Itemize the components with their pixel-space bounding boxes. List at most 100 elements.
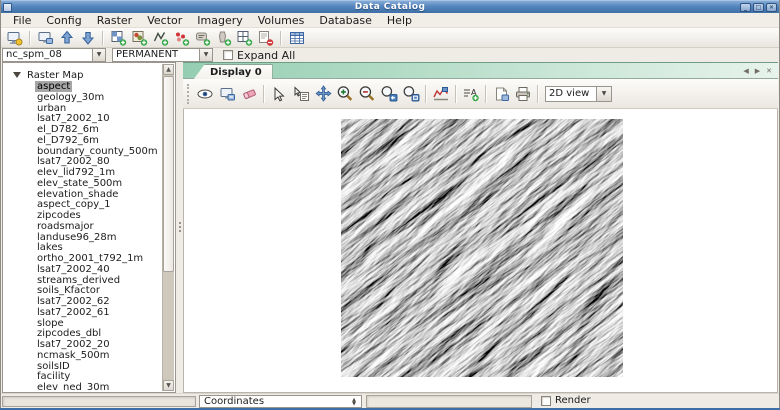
chevron-down-icon[interactable]: ▼ <box>597 86 612 102</box>
tree-root-raster-map[interactable]: Raster Map <box>4 68 162 82</box>
toolbar-separator <box>102 31 104 45</box>
add-rgb-icon[interactable] <box>130 29 149 47</box>
menu-item[interactable]: Volumes <box>251 13 313 28</box>
toolbar-grip-icon[interactable] <box>187 84 190 104</box>
tree-root-label: Raster Map <box>27 70 84 81</box>
chevron-down-icon[interactable]: ▼ <box>92 49 105 61</box>
attribute-table-icon[interactable] <box>287 29 306 47</box>
zoom-back-icon[interactable] <box>378 83 400 105</box>
add-group-icon[interactable] <box>235 29 254 47</box>
expand-all-label: Expand All <box>237 49 295 62</box>
display-notebook: Display 0 ◀ ▶ ✕ <box>183 62 778 393</box>
statusbar-text-field <box>366 395 532 408</box>
statusbar-mode-value: Coordinates <box>204 396 264 407</box>
menu-item[interactable]: Config <box>39 13 89 28</box>
add-labels-icon[interactable] <box>193 29 212 47</box>
tree-item[interactable]: ncmask_500m <box>4 351 162 362</box>
show-layers-icon[interactable] <box>194 83 216 105</box>
add-vector-icon[interactable] <box>151 29 170 47</box>
tree-item-list: aspectgeology_30murbanlsat7_2002_10el_D7… <box>4 82 162 391</box>
menu-item[interactable]: File <box>6 13 39 28</box>
view-mode-combobox[interactable]: 2D view <box>545 86 597 102</box>
tree-item[interactable]: soilsID <box>4 362 162 373</box>
toolbar-separator <box>29 31 31 45</box>
add-raster-icon[interactable] <box>109 29 128 47</box>
zoom-extent-icon[interactable] <box>400 83 422 105</box>
open-display-icon[interactable] <box>36 29 55 47</box>
view-mode-value: 2D view <box>549 88 589 99</box>
menu-item[interactable]: Help <box>380 13 420 28</box>
tab-prev-icon[interactable]: ◀ <box>743 67 748 76</box>
zoom-in-icon[interactable] <box>334 83 356 105</box>
spinner-arrows-icon[interactable]: ▲▼ <box>349 396 359 407</box>
window-icon <box>3 3 12 12</box>
erase-icon[interactable] <box>238 83 260 105</box>
save-display-icon[interactable] <box>216 83 238 105</box>
save-workspace-icon[interactable] <box>78 29 97 47</box>
maximize-button[interactable]: □ <box>753 3 764 12</box>
main-toolbar <box>1 28 779 48</box>
tab-close-icon[interactable]: ✕ <box>766 67 772 76</box>
menubar: FileConfigRasterVectorImageryVolumesData… <box>1 13 779 28</box>
analyze-icon[interactable] <box>430 83 452 105</box>
toolbar-separator <box>280 31 282 45</box>
expander-icon[interactable] <box>13 72 21 78</box>
minimize-button[interactable]: _ <box>740 3 751 12</box>
map-canvas[interactable] <box>183 109 778 393</box>
remove-layer-icon[interactable] <box>256 29 275 47</box>
statusbar-mode-combobox[interactable]: Coordinates ▲▼ <box>199 395 362 408</box>
toolbar-separator <box>537 85 539 103</box>
pan-icon[interactable] <box>312 83 334 105</box>
location-bar: nc_spm_08 ▼ PERMANENT ▼ Expand All <box>1 48 779 62</box>
scroll-down-icon[interactable]: ▼ <box>163 380 174 391</box>
render-checkbox[interactable] <box>541 396 551 406</box>
toolbar-separator <box>263 85 265 103</box>
tab-display-0[interactable]: Display 0 <box>193 64 273 80</box>
query-icon[interactable] <box>290 83 312 105</box>
statusbar: Coordinates ▲▼ Render <box>0 393 780 408</box>
scroll-up-icon[interactable]: ▲ <box>163 64 174 75</box>
titlebar[interactable]: Data Catalog _ □ ✕ <box>0 0 780 13</box>
tree-item[interactable]: roadsmajor <box>4 222 162 233</box>
tree-item[interactable]: elev_ned_30m <box>4 383 162 391</box>
new-display-icon[interactable] <box>5 29 24 47</box>
add-command-icon[interactable] <box>214 29 233 47</box>
location-combobox[interactable]: nc_spm_08 ▼ <box>2 48 106 62</box>
window-title: Data Catalog <box>0 1 780 13</box>
tree-item[interactable]: landuse96_28m <box>4 233 162 244</box>
expand-all-checkbox[interactable] <box>223 50 233 60</box>
load-workspace-icon[interactable] <box>57 29 76 47</box>
zoom-out-icon[interactable] <box>356 83 378 105</box>
location-value: nc_spm_08 <box>6 49 62 60</box>
tab-band: Display 0 ◀ ▶ ✕ <box>183 62 778 79</box>
pointer-icon[interactable] <box>268 83 290 105</box>
tree-scrollbar[interactable]: ▲ ▼ <box>162 64 174 391</box>
render-label: Render <box>555 395 591 406</box>
tree-item[interactable]: el_D792_6m <box>4 136 162 147</box>
tree-item[interactable]: lsat7_2002_40 <box>4 265 162 276</box>
chevron-down-icon[interactable]: ▼ <box>199 49 212 61</box>
tree-item[interactable]: lsat7_2002_61 <box>4 308 162 319</box>
add-overlay-icon[interactable]: A <box>460 83 482 105</box>
print-icon[interactable] <box>512 83 534 105</box>
toolbar-separator <box>425 85 427 103</box>
menu-item[interactable]: Raster <box>90 13 140 28</box>
display-toolbar: A 2D view ▼ <box>183 79 778 109</box>
close-button[interactable]: ✕ <box>766 3 777 12</box>
tree-item[interactable]: geology_30m <box>4 93 162 104</box>
menu-item[interactable]: Database <box>312 13 380 28</box>
tab-next-icon[interactable]: ▶ <box>755 67 760 76</box>
toolbar-separator <box>485 85 487 103</box>
menu-item[interactable]: Vector <box>140 13 190 28</box>
add-thematic-icon[interactable] <box>172 29 191 47</box>
scrollbar-thumb[interactable] <box>163 76 174 272</box>
save-file-icon[interactable] <box>490 83 512 105</box>
tree-item[interactable]: elev_state_500m <box>4 179 162 190</box>
tree-item[interactable]: aspect_copy_1 <box>4 200 162 211</box>
menu-item[interactable]: Imagery <box>190 13 250 28</box>
raster-map-tree: Raster Map aspectgeology_30murbanlsat7_2… <box>4 64 162 391</box>
raster-map-image[interactable] <box>341 119 623 377</box>
mapset-combobox[interactable]: PERMANENT ▼ <box>112 48 213 62</box>
toolbar-separator <box>455 85 457 103</box>
splitter-grip-icon <box>179 222 181 234</box>
